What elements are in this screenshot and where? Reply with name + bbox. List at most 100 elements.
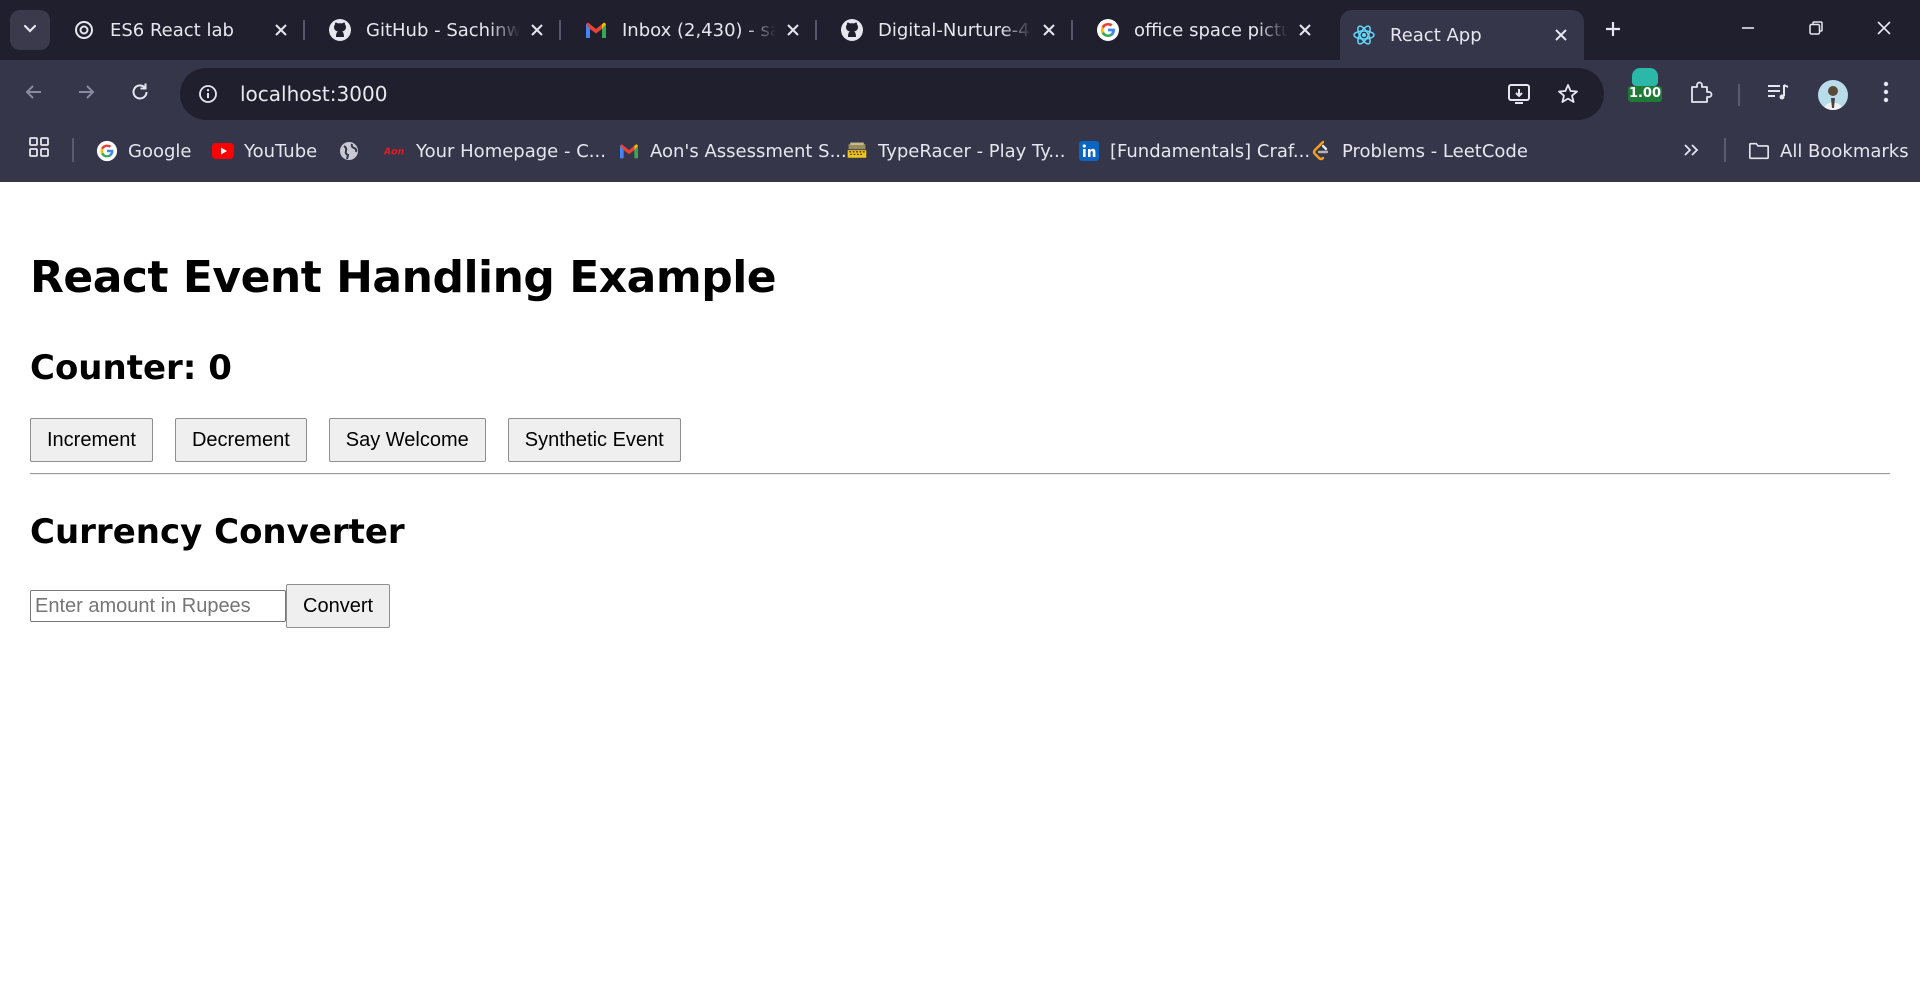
- gmail-icon: [618, 140, 640, 162]
- browser-tab[interactable]: office space picture: [1084, 10, 1328, 50]
- bookmark-leetcode[interactable]: Problems - LeetCode: [1310, 134, 1528, 168]
- page-content: React Event Handling Example Counter: 0 …: [0, 182, 1920, 1008]
- all-bookmarks-label: All Bookmarks: [1780, 140, 1909, 162]
- page-title: React Event Handling Example: [30, 252, 777, 303]
- browser-tab-active[interactable]: React App: [1340, 10, 1584, 60]
- bookmark-label: TypeRacer - Play Ty...: [878, 140, 1066, 162]
- linkedin-icon: [1078, 140, 1100, 162]
- folder-icon: [1748, 140, 1770, 162]
- tab-title: React App: [1390, 24, 1482, 46]
- forward-button[interactable]: [66, 74, 106, 114]
- apps-grid-button[interactable]: [26, 136, 52, 162]
- double-chevron-right-icon: [1682, 139, 1700, 164]
- rupees-amount-input[interactable]: [30, 590, 286, 622]
- react-icon: [1352, 23, 1376, 47]
- browser-tab[interactable]: GitHub - Sachinwe: [316, 10, 561, 50]
- globe-icon: [338, 140, 360, 162]
- install-app-icon[interactable]: [1502, 76, 1538, 112]
- browser-tab-strip: ES6 React lab GitHub - Sachinwe Inbox (2…: [0, 0, 1920, 60]
- aon-icon: Aon: [384, 140, 406, 162]
- restore-icon: [1808, 20, 1824, 40]
- arrow-right-icon: [75, 81, 97, 107]
- tab-title: office space picture: [1134, 19, 1288, 41]
- bookmark-aon-assessment[interactable]: Aon's Assessment S...: [618, 134, 847, 168]
- tab-separator: [1071, 20, 1073, 40]
- youtube-icon: [212, 140, 234, 162]
- bookmark-star-icon[interactable]: [1550, 76, 1586, 112]
- say-welcome-button[interactable]: Say Welcome: [328, 418, 486, 462]
- leetcode-icon: [1310, 140, 1332, 162]
- google-icon: [96, 140, 118, 162]
- media-controls-button[interactable]: [1758, 74, 1798, 114]
- more-bookmarks-button[interactable]: [1676, 136, 1706, 166]
- back-button[interactable]: [14, 74, 54, 114]
- bookmark-label: Aon's Assessment S...: [650, 140, 847, 162]
- close-icon[interactable]: [526, 19, 548, 41]
- github-icon: [328, 18, 352, 42]
- section-divider: [30, 473, 1890, 475]
- google-icon: [1096, 18, 1120, 42]
- bookmark-google[interactable]: Google: [96, 134, 191, 168]
- close-icon[interactable]: [270, 19, 292, 41]
- tab-title: Inbox (2,430) - sac: [622, 19, 776, 41]
- browser-tab[interactable]: ES6 React lab: [60, 10, 305, 50]
- avatar[interactable]: [1818, 80, 1848, 110]
- synthetic-event-button[interactable]: Synthetic Event: [507, 418, 681, 462]
- counter-button-row: Increment Decrement Say Welcome Syntheti…: [30, 418, 703, 462]
- close-icon[interactable]: [1550, 24, 1572, 46]
- tab-title: ES6 React lab: [110, 19, 234, 41]
- tab-title: Digital-Nurture-4.0: [878, 19, 1032, 41]
- new-tab-button[interactable]: [1596, 14, 1630, 48]
- bookmark-label: Your Homepage - C...: [416, 140, 606, 162]
- site-info-icon[interactable]: [190, 76, 226, 112]
- extension-badge: 1.00: [1628, 86, 1662, 102]
- convert-button[interactable]: Convert: [286, 584, 391, 628]
- media-queue-icon: [1765, 80, 1791, 108]
- bookmark-your-homepage[interactable]: Aon Your Homepage - C...: [384, 134, 606, 168]
- extensions-button[interactable]: [1680, 74, 1720, 114]
- bookmark-linkedin[interactable]: [Fundamentals] Craf...: [1078, 134, 1310, 168]
- toolbar-divider: [1738, 84, 1740, 106]
- bookmarks-divider: [1724, 138, 1726, 162]
- minimize-button[interactable]: [1722, 8, 1774, 52]
- bookmark-label: YouTube: [244, 140, 318, 162]
- bookmark-youtube[interactable]: YouTube: [212, 134, 317, 168]
- address-url[interactable]: localhost:3000: [240, 82, 387, 106]
- close-icon[interactable]: [1294, 19, 1316, 41]
- plus-icon: [1604, 20, 1622, 42]
- apps-grid-icon: [28, 136, 50, 162]
- github-icon: [840, 18, 864, 42]
- arrow-left-icon: [23, 81, 45, 107]
- extension-button[interactable]: 1.00: [1628, 68, 1662, 110]
- currency-converter-heading: Currency Converter: [30, 512, 405, 552]
- tab-search-button[interactable]: [10, 10, 50, 50]
- close-icon[interactable]: [1038, 19, 1060, 41]
- restore-button[interactable]: [1790, 8, 1842, 52]
- address-bar[interactable]: localhost:3000: [180, 68, 1604, 120]
- all-bookmarks-button[interactable]: All Bookmarks: [1748, 134, 1909, 168]
- close-icon[interactable]: [782, 19, 804, 41]
- increment-button[interactable]: Increment: [30, 418, 153, 462]
- bookmark-label: Google: [128, 140, 192, 162]
- typeracer-icon: [846, 140, 868, 162]
- browser-menu-button[interactable]: [1866, 74, 1906, 114]
- gmail-icon: [584, 18, 608, 42]
- extension-icon: [1632, 68, 1658, 86]
- bookmark-globe[interactable]: [338, 134, 370, 168]
- bookmark-typeracer[interactable]: TypeRacer - Play Ty...: [846, 134, 1066, 168]
- reload-button[interactable]: [120, 74, 160, 114]
- bookmark-label: Problems - LeetCode: [1342, 140, 1528, 162]
- bookmark-label: [Fundamentals] Craf...: [1110, 140, 1311, 162]
- reload-icon: [129, 81, 151, 107]
- bookmarks-divider: [72, 138, 74, 162]
- openai-icon: [72, 18, 96, 42]
- counter-display: Counter: 0: [30, 348, 232, 388]
- decrement-button[interactable]: Decrement: [174, 418, 307, 462]
- currency-form: Convert: [30, 584, 391, 628]
- tab-separator: [815, 20, 817, 40]
- browser-tab[interactable]: Inbox (2,430) - sac: [572, 10, 817, 50]
- tab-separator: [559, 20, 561, 40]
- browser-tab[interactable]: Digital-Nurture-4.0: [828, 10, 1073, 50]
- close-window-button[interactable]: [1858, 8, 1910, 52]
- tab-title: GitHub - Sachinwe: [366, 19, 520, 41]
